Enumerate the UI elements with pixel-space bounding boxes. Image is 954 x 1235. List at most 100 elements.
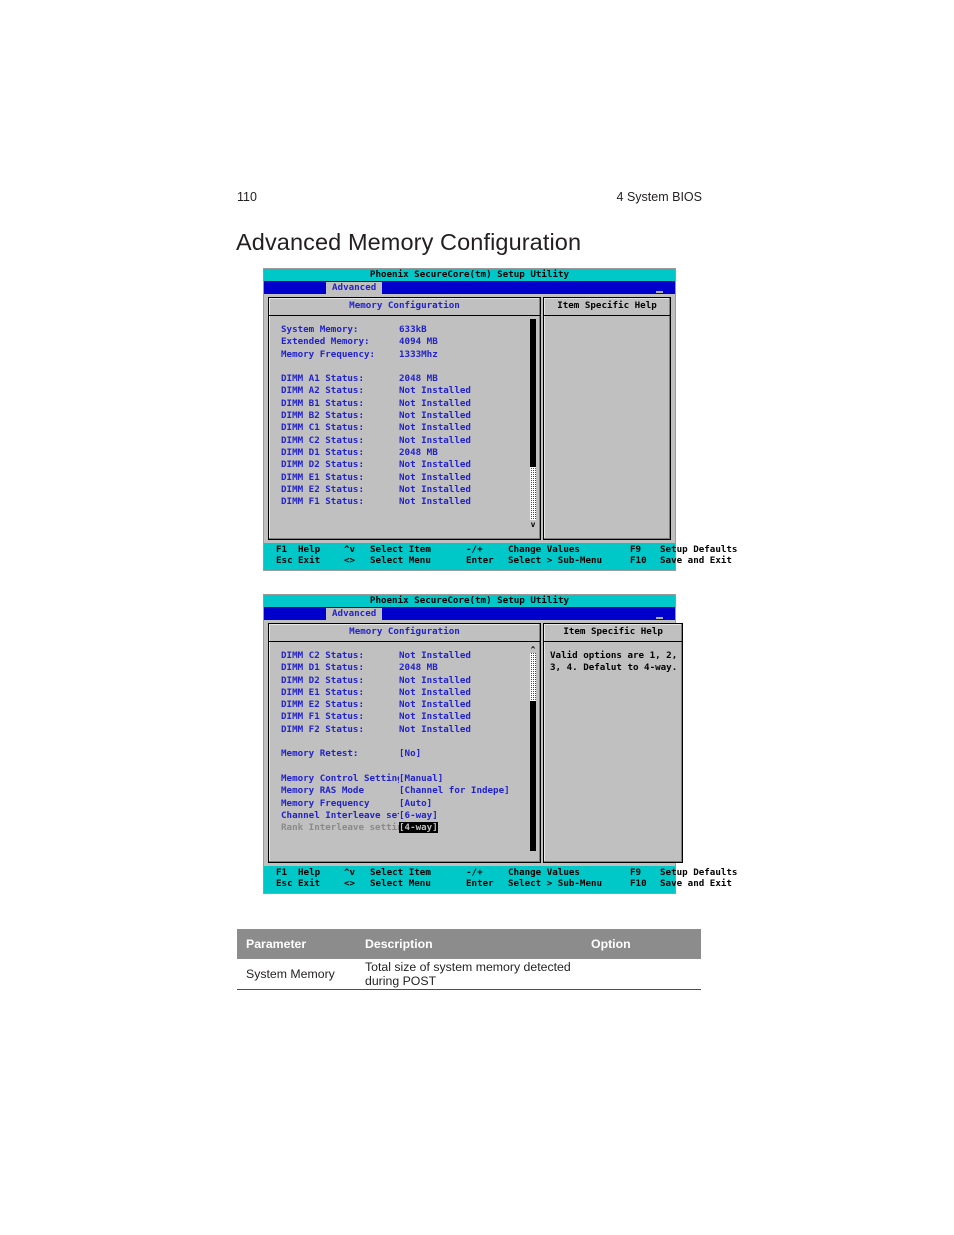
row-memory-ras-mode[interactable]: Memory RAS Mode [Channel for Indepe] [269,785,540,797]
row-label: DIMM F2 Status: [281,723,364,735]
row-label: DIMM E2 Status: [281,483,364,495]
row-dimm-c1[interactable]: DIMM C1 Status: Not Installed [269,422,540,434]
row-dimm-a1[interactable]: DIMM A1 Status: 2048 MB [269,373,540,385]
row-spacer [269,761,540,773]
panel-content-1: System Memory: 633kB Extended Memory: 40… [269,316,540,531]
row-memory-control-settings[interactable]: Memory Control Settings [Manual] [269,773,540,785]
column-header-option: Option [591,937,631,951]
panel-title-memory-configuration-1: Memory Configuration [269,298,540,316]
row-label: DIMM C2 Status: [281,650,364,661]
row-value: Not Installed [399,699,471,711]
row-value: [Auto] [399,797,433,809]
row-label: DIMM E2 Status: [281,699,364,711]
row-dimm-f1[interactable]: DIMM F1 Status: Not Installed [269,711,540,723]
key-f10[interactable]: F10 [630,555,660,567]
row-value: Not Installed [399,385,471,397]
row-label: System Memory: [281,324,359,335]
page-header: 110 4 System BIOS [237,188,702,206]
page-title: Advanced Memory Configuration [236,229,582,255]
cell-description: Total size of system memory detected dur… [365,960,571,988]
row-value: Not Installed [399,496,471,508]
row-dimm-f2[interactable]: DIMM F2 Status: Not Installed [269,724,540,736]
bios-menu-bar: Advanced [263,281,676,294]
row-dimm-d2[interactable]: DIMM D2 Status: Not Installed [269,459,540,471]
row-value: 2048 MB [399,446,438,458]
help-text-1 [544,316,670,539]
scrollbar-thumb[interactable] [530,319,536,467]
row-memory-frequency[interactable]: Memory Frequency [Auto] [269,798,540,810]
row-value: 2048 MB [399,373,438,385]
row-label: DIMM F1 Status: [281,496,364,508]
memory-configuration-panel-1: Memory Configuration System Memory: 633k… [268,297,541,540]
row-value: Not Installed [399,711,471,723]
scrollbar-track[interactable] [530,467,536,520]
item-specific-help-panel-1: Item Specific Help [543,297,671,540]
bios-screenshot-1: Phoenix SecureCore(tm) Setup Utility Adv… [263,268,737,571]
panel-title-item-specific-help-1: Item Specific Help [544,298,670,316]
row-dimm-b1[interactable]: DIMM B1 Status: Not Installed [269,398,540,410]
key-f10[interactable]: F10 [630,878,660,890]
row-value: [6-way] [399,809,438,821]
row-dimm-c2[interactable]: DIMM C2 Status: Not Installed [269,650,540,662]
row-label: DIMM A1 Status: [281,373,364,385]
bios-screenshot-2: Phoenix SecureCore(tm) Setup Utility Adv… [263,594,737,894]
key-esc[interactable]: Esc [276,555,298,567]
bios-body-2: Memory Configuration DIMM C2 Status: Not… [263,620,684,866]
page-number: 110 [237,190,257,204]
row-label: Extended Memory: [281,336,370,348]
column-header-parameter: Parameter [246,937,307,951]
row-value: Not Installed [399,434,471,446]
parameter-reference-table: Parameter Description Option System Memo… [237,929,701,990]
row-memory-frequency[interactable]: Memory Frequency: 1333Mhz [269,349,540,361]
menubar-marker [656,617,663,619]
key-enter[interactable]: Enter [466,878,508,890]
row-value: Not Installed [399,483,471,495]
row-dimm-b2[interactable]: DIMM B2 Status: Not Installed [269,410,540,422]
row-value: [4-way] [399,822,518,834]
row-label: DIMM D1 Status: [281,446,364,458]
row-dimm-e1[interactable]: DIMM E1 Status: Not Installed [269,472,540,484]
row-label: DIMM D2 Status: [281,459,364,471]
row-dimm-d1[interactable]: DIMM D1 Status: 2048 MB [269,662,540,674]
footer-save-exit-label: Save and Exit [660,555,732,567]
row-dimm-d2[interactable]: DIMM D2 Status: Not Installed [269,675,540,687]
scrollbar-1[interactable]: v [530,319,536,528]
bios-body-1: Memory Configuration System Memory: 633k… [263,294,676,543]
row-value: Not Installed [399,471,471,483]
row-memory-retest[interactable]: Memory Retest: [No] [269,748,540,760]
row-dimm-a2[interactable]: DIMM A2 Status: Not Installed [269,385,540,397]
row-channel-interleave-setting[interactable]: Channel Interleave setting [6-way] [269,810,540,822]
row-rank-interleave-setting[interactable]: Rank Interleave setting [4-way] [269,822,540,834]
row-system-memory[interactable]: System Memory: 633kB [269,324,540,336]
selected-value: [4-way] [399,822,438,834]
row-dimm-e2[interactable]: DIMM E2 Status: Not Installed [269,699,540,711]
row-label: Memory Control Settings [281,772,399,784]
row-dimm-f1[interactable]: DIMM F1 Status: Not Installed [269,496,540,508]
footer-select-menu-label: Select Menu [370,878,431,890]
scroll-up-arrow-icon[interactable]: ^ [531,645,536,653]
row-dimm-e1[interactable]: DIMM E1 Status: Not Installed [269,687,540,699]
row-dimm-e2[interactable]: DIMM E2 Status: Not Installed [269,484,540,496]
bios-title-text: Phoenix SecureCore(tm) Setup Utility [369,268,570,280]
row-label: DIMM D1 Status: [281,662,364,674]
row-dimm-c2[interactable]: DIMM C2 Status: Not Installed [269,435,540,447]
row-label: DIMM C2 Status: [281,434,364,446]
memory-configuration-panel-2: Memory Configuration DIMM C2 Status: Not… [268,623,541,863]
row-label: Memory RAS Mode [281,785,364,797]
help-text-2: Valid options are 1, 2, 3, 4. Defalut to… [544,642,682,862]
row-spacer [269,736,540,748]
tab-advanced[interactable]: Advanced [326,281,383,294]
row-label: DIMM E1 Status: [281,471,364,483]
scrollbar-track[interactable] [530,653,536,701]
key-enter[interactable]: Enter [466,555,508,567]
scrollbar-thumb[interactable] [530,701,536,851]
row-dimm-d1[interactable]: DIMM D1 Status: 2048 MB [269,447,540,459]
footer-exit-label: Exit [298,878,321,890]
tab-advanced[interactable]: Advanced [326,607,383,620]
scroll-down-arrow-icon[interactable]: v [531,520,536,528]
row-label: DIMM A2 Status: [281,385,364,397]
footer-line-1: F1 Help ^v Select Item -/+ Change Values… [264,867,737,879]
row-extended-memory[interactable]: Extended Memory: 4094 MB [269,336,540,348]
key-esc[interactable]: Esc [276,878,298,890]
scrollbar-2[interactable]: ^ [530,645,536,851]
